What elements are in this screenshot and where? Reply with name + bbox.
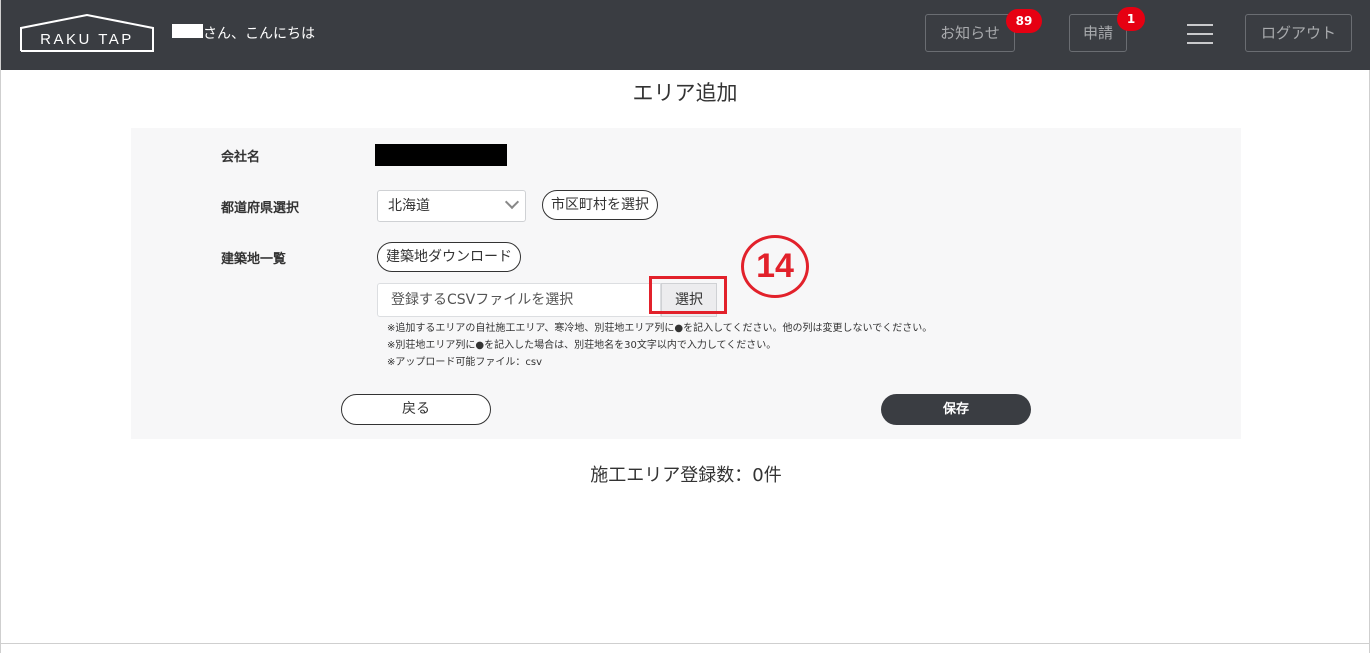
raku-tap-logo[interactable]: RAKU TAP: [20, 14, 154, 52]
company-label: 会社名: [221, 150, 261, 165]
logout-button[interactable]: ログアウト: [1245, 14, 1352, 52]
step-number-annotation: 14: [741, 235, 809, 298]
save-button[interactable]: 保存: [881, 394, 1031, 425]
username-redacted: [172, 24, 203, 38]
prefecture-selected-value: 北海道: [388, 198, 430, 214]
site-list-label: 建築地一覧: [221, 252, 287, 267]
download-sites-button[interactable]: 建築地ダウンロード: [377, 242, 521, 272]
note-line-2: ※別荘地エリア列に●を記入した場合は、別荘地名を30文字以内で入力してください。: [387, 340, 777, 351]
back-button[interactable]: 戻る: [341, 394, 491, 425]
page-title: エリア追加: [632, 81, 738, 105]
top-header: RAKU TAP さん、こんにちは お知らせ 89 申請 1 ログアウト: [1, 0, 1370, 70]
hamburger-menu-icon[interactable]: [1187, 24, 1213, 44]
footer-divider: [1, 643, 1370, 644]
note-line-1: ※追加するエリアの自社施工エリア、寒冷地、別荘地エリア列に●を記入してください。…: [387, 323, 933, 334]
apply-count-badge: 1: [1117, 7, 1145, 31]
company-name-redacted: [375, 144, 507, 166]
registered-area-count: 施工エリア登録数：0件: [590, 465, 782, 486]
select-city-button[interactable]: 市区町村を選択: [542, 190, 658, 220]
note-line-3: ※アップロード可能ファイル：csv: [387, 357, 543, 368]
notice-button[interactable]: お知らせ: [925, 14, 1015, 52]
highlight-annotation-box: [649, 276, 727, 314]
chevron-down-icon: [504, 194, 520, 210]
prefecture-label: 都道府県選択: [221, 201, 300, 216]
notice-count-badge: 89: [1006, 9, 1042, 33]
logo-text: RAKU TAP: [40, 31, 134, 48]
greeting-text: さん、こんにちは: [203, 26, 315, 42]
prefecture-select[interactable]: 北海道: [377, 190, 526, 222]
csv-file-input[interactable]: 登録するCSVファイルを選択: [377, 283, 661, 317]
